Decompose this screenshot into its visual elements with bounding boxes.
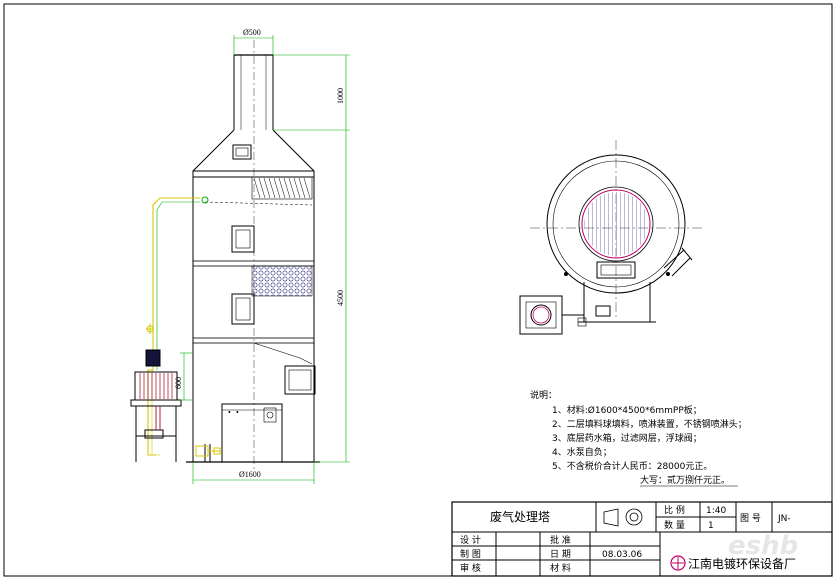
quantity-value: 1	[708, 521, 714, 531]
drawing-number-label: 图 号	[740, 513, 761, 524]
material-label: 材 料	[550, 562, 571, 574]
company-logo	[670, 555, 686, 571]
price-in-words: 大写：贰万捌仟元正。	[640, 474, 730, 486]
chimney-diameter-label: Ø500	[243, 28, 261, 37]
technical-drawing: • • Ø500 1000 4500 Ø1600 600 说明： 1、材料:Ø1…	[3, 3, 833, 577]
note-line-3: 3、底层药水箱，过滤网层，浮球阀；	[552, 432, 702, 444]
drafting-label: 制 图	[460, 548, 481, 560]
projection-symbol	[603, 508, 643, 527]
svg-text:•: •	[236, 408, 239, 417]
notes-heading: 说明：	[530, 389, 557, 401]
watermark: eshb	[728, 531, 798, 561]
tower-elevation: • •	[186, 40, 320, 470]
date-value: 08.03.06	[602, 550, 642, 560]
review-label: 审 核	[460, 562, 481, 574]
note-line-4: 4、水泵自负；	[552, 446, 612, 458]
section-height-label: 600	[174, 377, 183, 389]
drawing-title: 废气处理塔	[490, 509, 550, 524]
tower-diameter-label: Ø1600	[239, 470, 261, 479]
sheet-border	[3, 3, 833, 577]
notes: 说明： 1、材料:Ø1600*4500*6mmPP板； 2、二层填料球填料，喷淋…	[530, 389, 747, 487]
chimney-height-label: 1000	[336, 88, 345, 104]
note-line-5: 5、不含税价合计人民币：28000元正。	[552, 460, 712, 472]
plan-view	[519, 140, 702, 335]
approve-label: 批 准	[550, 534, 571, 546]
circulation-pump	[130, 196, 221, 462]
date-label: 日 期	[550, 549, 571, 560]
quantity-label: 数 量	[664, 519, 685, 531]
note-line-1: 1、材料:Ø1600*4500*6mmPP板；	[552, 404, 702, 416]
note-line-2: 2、二层填料球填料，喷淋装置，不锈钢喷淋头；	[552, 418, 747, 430]
scale-value: 1:40	[706, 506, 726, 516]
dimension-lines	[180, 35, 350, 484]
design-label: 设 计	[460, 534, 481, 546]
drawing-number-value: JN-	[777, 514, 791, 524]
scale-label: 比 例	[664, 504, 685, 516]
svg-text:•: •	[228, 408, 231, 417]
packing-layer	[251, 265, 313, 297]
tower-height-label: 4500	[336, 290, 345, 306]
